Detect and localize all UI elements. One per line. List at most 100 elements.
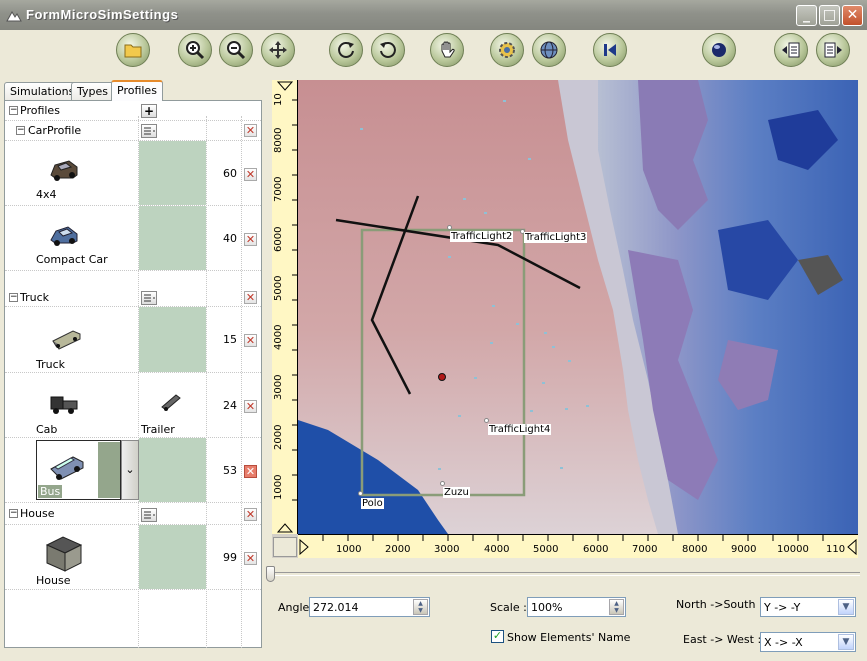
spin-arrows-icon[interactable]: ▲ ▼ [609,599,624,615]
x-tick: 4000 [484,544,510,555]
rotate-right-button[interactable] [371,33,405,67]
delete-item-button[interactable]: ✕ [244,168,257,181]
selected-color-swatch [98,442,120,498]
house-icon [45,536,83,572]
angle-input[interactable]: 272.014 ▲ ▼ [309,597,430,617]
item-value[interactable]: 99 [207,551,237,564]
chevron-down-icon: ⌄ [125,463,135,476]
vertical-ruler: 1000 2000 3000 4000 5000 6000 7000 8000 … [272,80,298,534]
item-value[interactable]: 60 [207,167,237,180]
minimize-button[interactable]: _ [796,5,817,26]
map-canvas[interactable]: TrafficLight2 TrafficLight3 TrafficLight… [298,80,858,534]
spin-arrows-icon[interactable]: ▲ ▼ [413,599,428,615]
profile-color-cell[interactable] [139,141,206,205]
delete-group-button[interactable]: ✕ [244,124,257,137]
delete-item-button[interactable]: ✕ [244,334,257,347]
settings-button[interactable] [490,33,524,67]
chevron-down-icon[interactable]: ▼ [838,634,854,650]
add-item-button[interactable] [141,124,157,138]
profile-color-cell[interactable] [139,307,206,372]
list-add-icon [144,511,155,519]
item-value[interactable]: 24 [207,399,237,412]
time-slider[interactable] [266,566,860,586]
x-tick: 1000 [336,544,362,555]
list-add-icon [144,294,155,302]
tab-types[interactable]: Types [71,82,114,100]
zoom-out-button[interactable] [219,33,253,67]
zoom-in-button[interactable] [178,33,212,67]
node-marker[interactable] [440,481,445,486]
angle-value: 272.014 [313,601,359,614]
item-label: Truck [36,358,66,371]
delete-group-button[interactable]: ✕ [244,291,257,304]
add-item-button[interactable] [141,508,157,522]
maximize-button[interactable]: □ [819,5,840,26]
close-button[interactable]: ✕ [842,5,863,26]
move-icon [269,41,287,59]
delete-item-button[interactable]: ✕ [244,233,257,246]
add-profile-button[interactable]: + [141,104,157,118]
add-item-button[interactable] [141,291,157,305]
profile-color-cell[interactable] [139,438,206,502]
show-names-checkbox[interactable]: ✓ [491,630,504,643]
tab-simulations[interactable]: Simulations [4,82,81,100]
slider-track[interactable] [268,572,860,576]
world-button[interactable] [532,33,566,67]
profiles-tree: − Profiles + − CarProfile ✕ 4x4 60 ✕ Com… [4,100,262,648]
traffic-light-marker[interactable] [484,418,489,423]
tab-profiles[interactable]: Profiles [111,80,163,101]
pan-button[interactable] [261,33,295,67]
item-value[interactable]: 40 [207,232,237,245]
map-label-trafficlight2[interactable]: TrafficLight2 [450,231,514,242]
open-folder-button[interactable] [116,33,150,67]
east-west-value: X -> -X [764,636,803,649]
node-marker[interactable] [358,491,363,496]
east-west-select[interactable]: X -> -X ▼ [760,632,856,652]
item-value[interactable]: 53 [207,464,237,477]
rotate-right-icon [380,42,396,58]
profile-color-cell[interactable] [139,525,206,589]
delete-item-button[interactable]: ✕ [244,552,257,565]
selected-item-frame[interactable]: Bus [36,440,121,500]
map-label-trafficlight4[interactable]: TrafficLight4 [488,424,552,435]
first-button[interactable] [593,33,627,67]
collapse-toggle[interactable]: − [16,126,25,135]
terrain-map [298,80,858,534]
sphere-button[interactable] [702,33,736,67]
x-tick: 7000 [632,544,658,555]
bus-icon [50,456,84,480]
map-label-polo[interactable]: Polo [361,498,384,509]
ruler-corner-button[interactable] [273,537,297,557]
gear-icon [499,42,515,58]
slider-thumb[interactable] [266,566,275,582]
item-label: Bus [38,485,63,498]
remove-list-button[interactable] [816,33,850,67]
y-tick: 4000 [273,324,284,350]
truck-icon [52,330,81,350]
scale-input[interactable]: 100% ▲ ▼ [527,597,626,617]
add-list-icon [782,42,800,58]
delete-group-button[interactable]: ✕ [244,508,257,521]
profile-color-cell[interactable] [139,206,206,270]
delete-item-button[interactable]: ✕ [244,400,257,413]
add-list-button[interactable] [774,33,808,67]
sphere-icon [712,43,726,57]
collapse-toggle[interactable]: − [9,293,18,302]
north-south-select[interactable]: Y -> -Y ▼ [760,597,856,617]
hand-button[interactable] [430,33,464,67]
map-label-zuzu[interactable]: Zuzu [443,487,470,498]
item-value[interactable]: 15 [207,333,237,346]
rotate-left-button[interactable] [329,33,363,67]
dropdown-toggle[interactable]: ⌄ [121,440,139,500]
collapse-toggle[interactable]: − [9,509,18,518]
north-south-label: North ->South : [676,598,763,611]
chevron-down-icon[interactable]: ▼ [838,599,854,615]
collapse-toggle[interactable]: − [9,106,18,115]
item-label: Cab [36,423,58,436]
zoom-in-icon [186,41,205,60]
map-label-trafficlight3[interactable]: TrafficLight3 [524,232,588,243]
delete-item-button[interactable]: ✕ [244,465,257,478]
traffic-light-marker[interactable] [447,225,452,230]
skip-back-icon [604,44,616,56]
tree-row-group: − Truck ✕ [5,271,261,307]
